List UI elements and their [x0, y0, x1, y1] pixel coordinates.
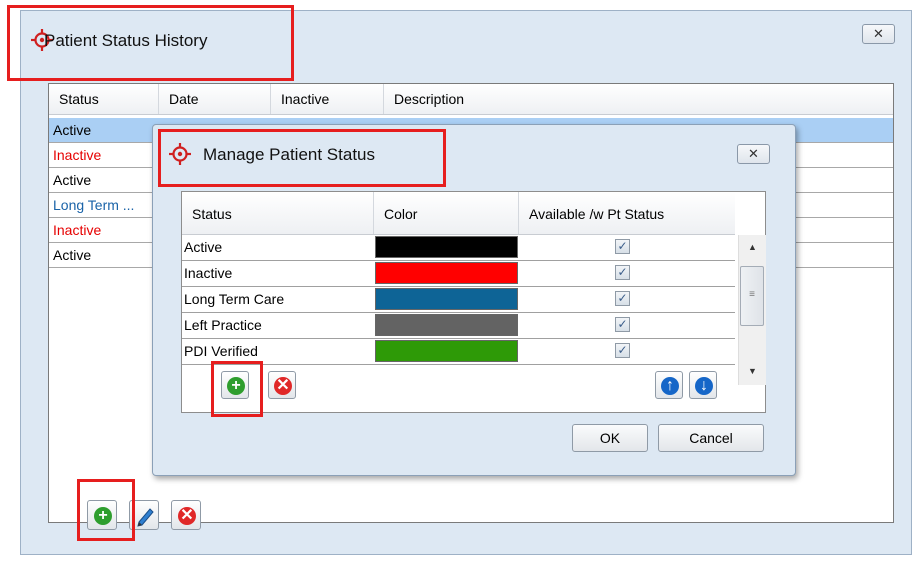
- x-icon: ✕: [274, 377, 292, 395]
- status-type-row[interactable]: PDI Verified ✓: [182, 339, 735, 365]
- highlight-box: [211, 361, 263, 417]
- row-status: Long Term ...: [53, 197, 135, 213]
- available-checkbox[interactable]: ✓: [615, 317, 630, 332]
- color-swatch[interactable]: [375, 288, 518, 310]
- close-icon: ✕: [748, 146, 759, 161]
- scroll-down-arrow-icon[interactable]: ▼: [748, 366, 757, 376]
- column-header-color[interactable]: Color: [374, 192, 519, 234]
- cancel-button[interactable]: Cancel: [658, 424, 764, 452]
- status-name: PDI Verified: [184, 343, 258, 359]
- available-checkbox[interactable]: ✓: [615, 291, 630, 306]
- status-name: Inactive: [184, 265, 233, 281]
- delete-status-type-button[interactable]: ✕: [268, 371, 296, 399]
- column-header-available[interactable]: Available /w Pt Status: [519, 192, 735, 234]
- column-header-inactive[interactable]: Inactive: [271, 84, 384, 114]
- move-up-button[interactable]: ↑: [655, 371, 683, 399]
- column-header-status[interactable]: Status: [182, 192, 374, 234]
- x-icon: ✕: [178, 507, 196, 525]
- color-swatch[interactable]: [375, 340, 518, 362]
- available-checkbox[interactable]: ✓: [615, 239, 630, 254]
- color-swatch[interactable]: [375, 262, 518, 284]
- row-status: Active: [53, 172, 92, 188]
- column-header-description[interactable]: Description: [384, 84, 893, 114]
- dialog-close-button[interactable]: ✕: [737, 144, 770, 164]
- delete-status-button[interactable]: ✕: [171, 500, 201, 530]
- row-status: Active: [53, 122, 92, 138]
- color-swatch[interactable]: [375, 236, 518, 258]
- table-header: Status Date Inactive Description: [49, 84, 893, 115]
- status-name: Long Term Care: [184, 291, 285, 307]
- close-button[interactable]: ✕: [862, 24, 895, 44]
- available-checkbox[interactable]: ✓: [615, 265, 630, 280]
- arrow-down-icon: ↓: [695, 377, 713, 395]
- pencil-icon: [137, 508, 154, 527]
- column-header-status[interactable]: Status: [49, 84, 159, 114]
- highlight-box: [77, 479, 135, 541]
- status-types-header: Status Color Available /w Pt Status: [182, 192, 735, 235]
- scroll-up-arrow-icon[interactable]: ▲: [748, 242, 757, 252]
- arrow-up-icon: ↑: [661, 377, 679, 395]
- scroll-thumb[interactable]: ≡: [740, 266, 764, 326]
- status-name: Left Practice: [184, 317, 262, 333]
- column-header-date[interactable]: Date: [159, 84, 271, 114]
- status-type-row[interactable]: Left Practice ✓: [182, 313, 735, 339]
- close-icon: ✕: [873, 26, 884, 41]
- status-type-row[interactable]: Inactive ✓: [182, 261, 735, 287]
- move-down-button[interactable]: ↓: [689, 371, 717, 399]
- row-status: Inactive: [53, 147, 102, 163]
- highlight-box: [158, 129, 446, 187]
- status-type-row[interactable]: Long Term Care ✓: [182, 287, 735, 313]
- status-type-row[interactable]: Active ✓: [182, 235, 735, 261]
- highlight-box: [7, 5, 294, 81]
- ok-button[interactable]: OK: [572, 424, 648, 452]
- row-status: Inactive: [53, 222, 102, 238]
- available-checkbox[interactable]: ✓: [615, 343, 630, 358]
- status-name: Active: [184, 239, 223, 255]
- color-swatch[interactable]: [375, 314, 518, 336]
- row-status: Active: [53, 247, 92, 263]
